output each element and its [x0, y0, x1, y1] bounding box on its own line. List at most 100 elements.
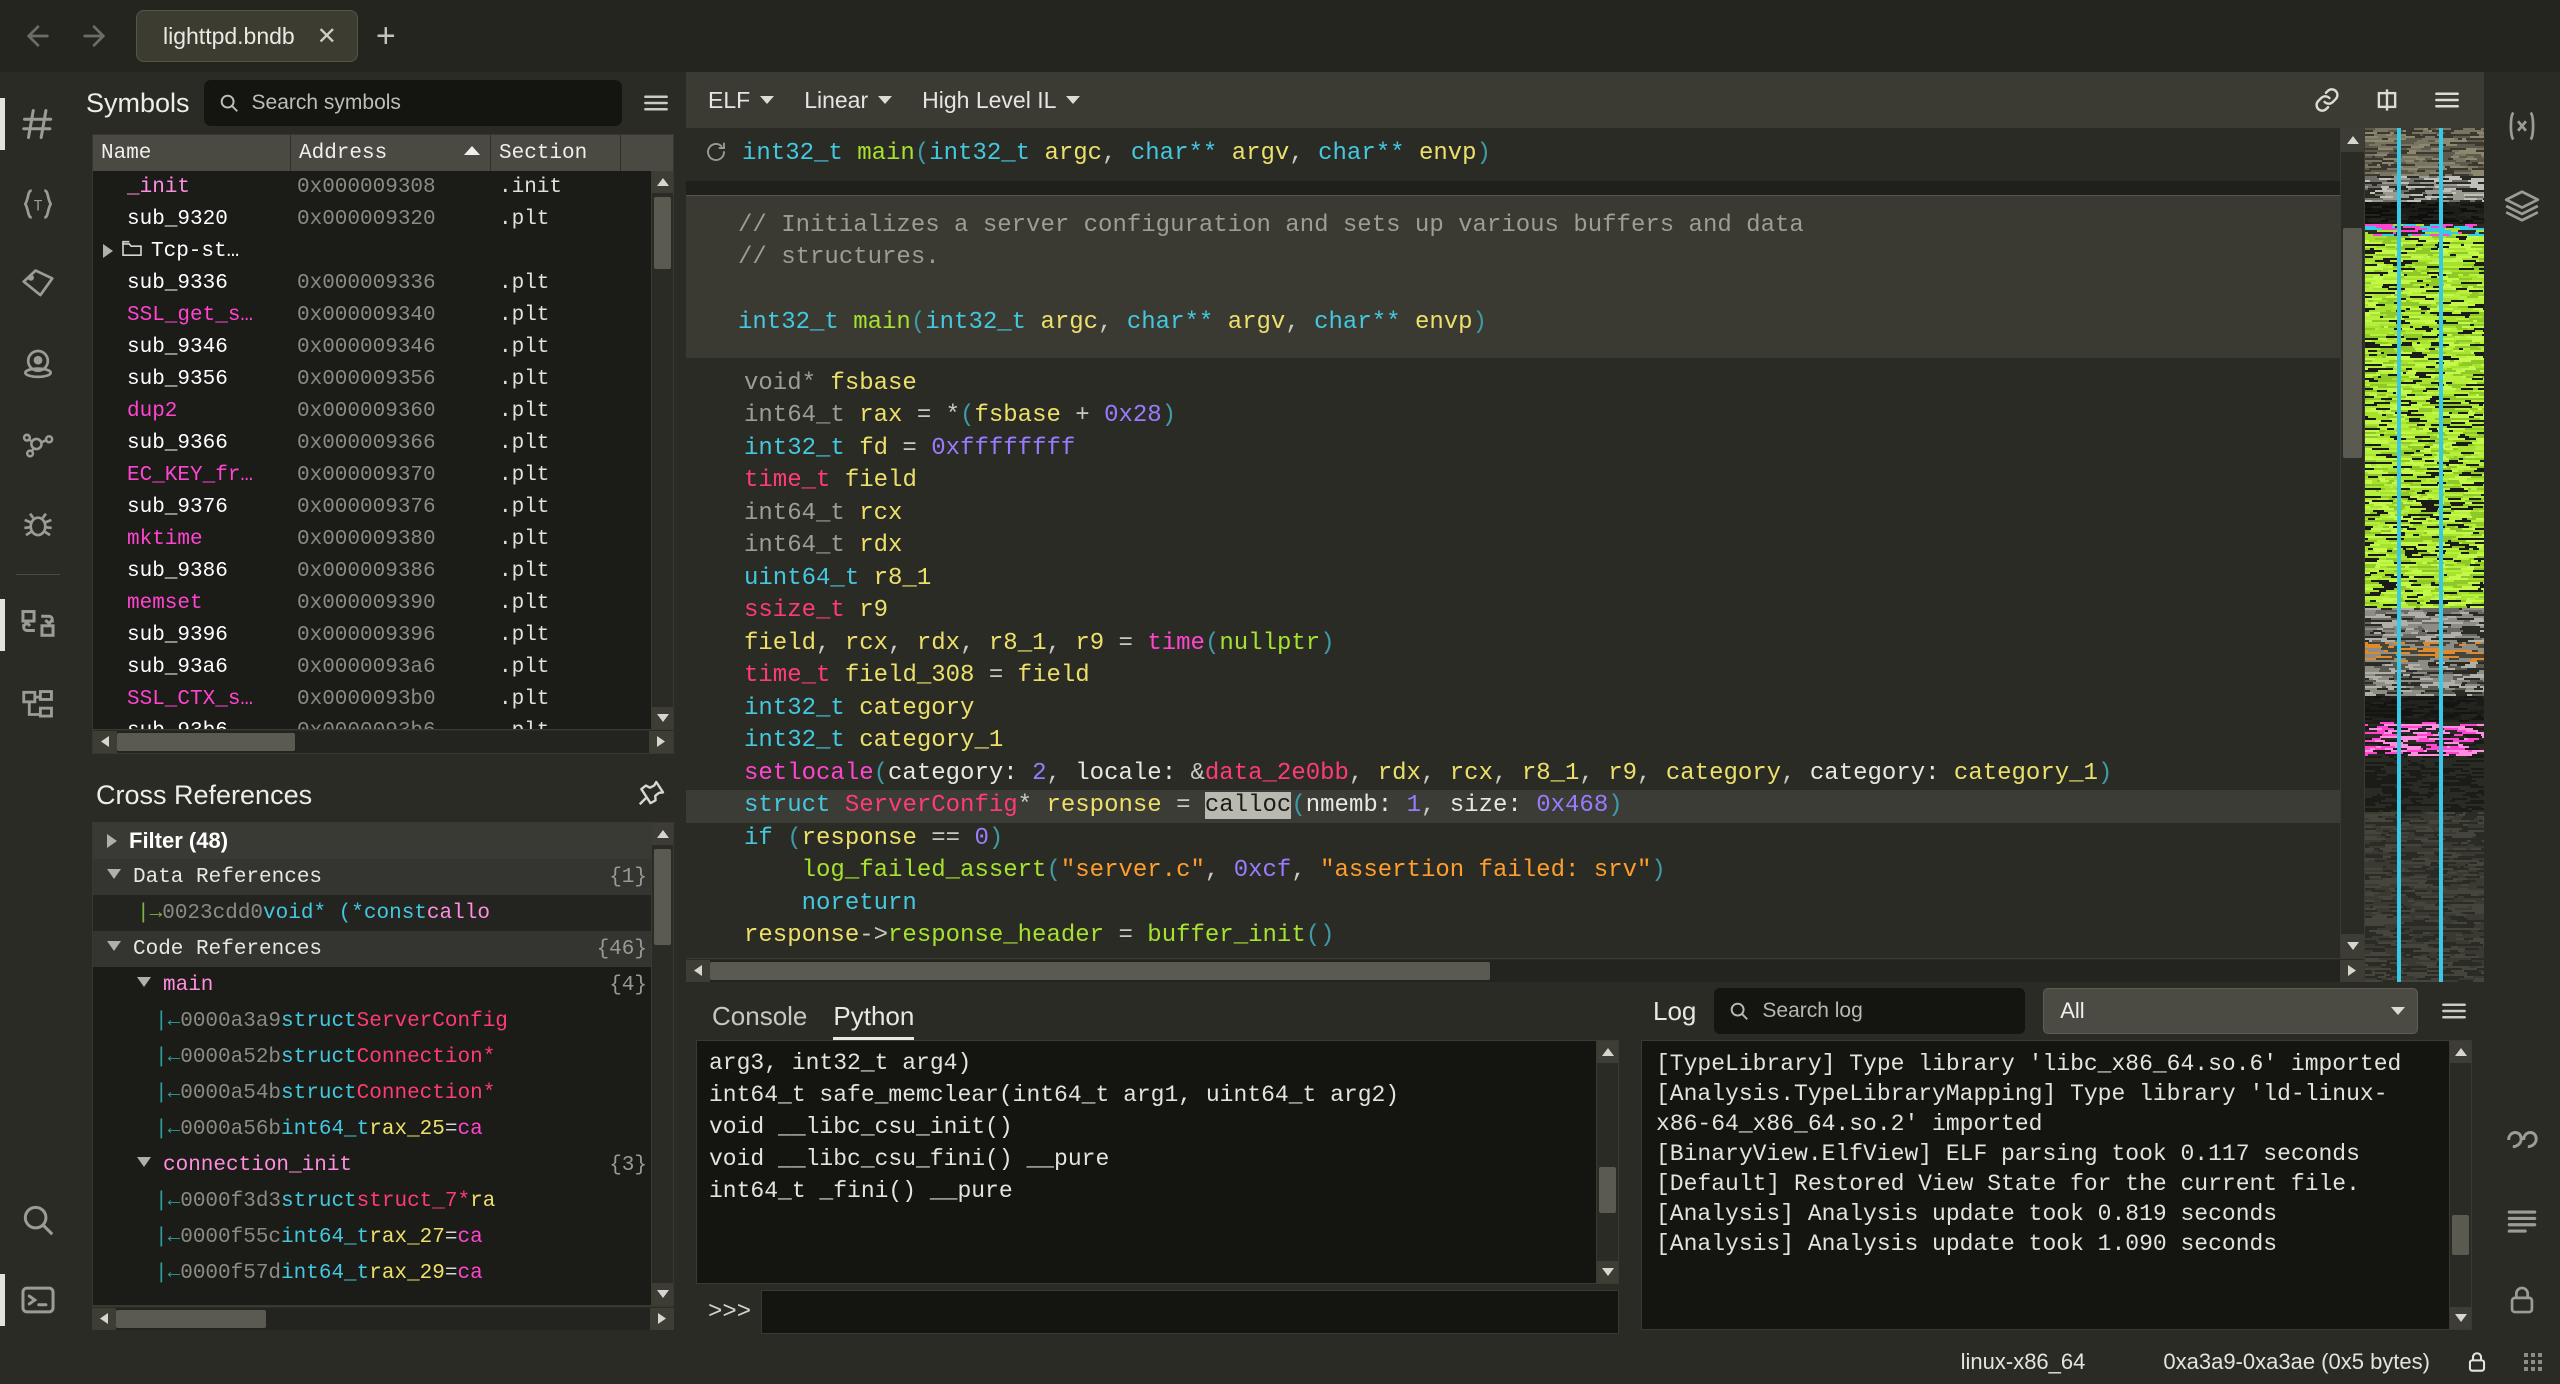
chevron-right-icon[interactable]	[107, 834, 117, 848]
code-line[interactable]: setlocale(category: 2, locale: &data_2e0…	[686, 758, 2364, 791]
table-row[interactable]: sub_93860x000009386.plt	[93, 555, 673, 587]
table-row[interactable]: EC_KEY_fr…0x000009370.plt	[93, 459, 673, 491]
split-pane-icon[interactable]	[2372, 85, 2402, 115]
table-row[interactable]: _init0x000009308.init	[93, 171, 673, 203]
xref-item[interactable]: |← 0000f57d int64_t rax_29 = ca	[93, 1255, 673, 1291]
column-header-section[interactable]: Section	[491, 135, 621, 171]
chevron-down-icon[interactable]	[137, 977, 151, 994]
xref-table[interactable]: Filter (48)Data References{1}|→ 0023cdd0…	[92, 822, 674, 1306]
table-row[interactable]: sub_93460x000009346.plt	[93, 331, 673, 363]
code-line[interactable]: int32_t fd = 0xffffffff	[686, 433, 2364, 466]
layout-dropdown[interactable]: Linear	[804, 87, 892, 114]
table-row[interactable]: sub_93b60x0000093b6.plt	[93, 715, 673, 729]
xref-item[interactable]: |→ 0023cdd0 void* (* const callo	[93, 895, 673, 931]
locations-icon[interactable]	[0, 324, 76, 404]
symbols-scroll-thumb[interactable]	[654, 197, 671, 269]
code-line[interactable]: time_t field_308 = field	[686, 660, 2364, 693]
view-type-dropdown[interactable]: ELF	[708, 87, 774, 114]
code-line[interactable]: struct ServerConfig* response = calloc(n…	[686, 790, 2364, 823]
code-scroll-thumb[interactable]	[2343, 228, 2362, 458]
code-line[interactable]: ssize_t r9	[686, 595, 2364, 628]
code-line[interactable]: noreturn	[686, 888, 2364, 921]
cross-references-icon[interactable]	[0, 585, 76, 665]
code-line[interactable]: int64_t rdx	[686, 530, 2364, 563]
code-scroll-left-button[interactable]	[686, 960, 710, 982]
table-row[interactable]: sub_93960x000009396.plt	[93, 619, 673, 651]
table-row[interactable]: Tcp-st…	[93, 235, 673, 267]
code-line[interactable]: int64_t rcx	[686, 498, 2364, 531]
code-vscrollbar[interactable]	[2340, 128, 2364, 958]
xref-hscroll-track[interactable]	[116, 1308, 650, 1330]
search-icon[interactable]	[0, 1180, 76, 1260]
xref-scroll-down-button[interactable]	[652, 1283, 673, 1305]
hscroll-track[interactable]	[117, 731, 649, 753]
il-level-dropdown[interactable]: High Level IL	[922, 87, 1080, 114]
xref-item[interactable]: |← 0000a3a9 struct ServerConfig	[93, 1003, 673, 1039]
symbols-table-body[interactable]: _init0x000009308.initsub_93200x000009320…	[93, 171, 673, 729]
scroll-left-button[interactable]	[93, 731, 117, 753]
close-icon[interactable]: ✕	[317, 22, 337, 51]
chevron-down-icon[interactable]	[107, 941, 121, 958]
xref-item[interactable]: |← 0000a52b struct Connection*	[93, 1039, 673, 1075]
table-row[interactable]: sub_93a60x0000093a6.plt	[93, 651, 673, 683]
pin-icon[interactable]	[636, 778, 666, 813]
column-header-address[interactable]: Address	[291, 135, 491, 171]
xref-scroll-up-button[interactable]	[652, 823, 673, 845]
binary-minimap[interactable]	[2364, 128, 2484, 982]
scroll-up-button[interactable]	[652, 171, 673, 193]
new-tab-button[interactable]: +	[376, 19, 396, 53]
table-row[interactable]: sub_93200x000009320.plt	[93, 203, 673, 235]
table-row[interactable]: SSL_CTX_s…0x0000093b0.plt	[93, 683, 673, 715]
xref-group[interactable]: Code References{46}	[93, 931, 673, 967]
chevron-down-icon[interactable]	[137, 1157, 151, 1174]
tags-icon[interactable]	[0, 244, 76, 324]
xref-item[interactable]: |← 0000f3d3 struct struct_7* ra	[93, 1183, 673, 1219]
link-icon[interactable]	[2312, 85, 2342, 115]
code-scroll-up-button[interactable]	[2341, 128, 2364, 152]
terminal-icon[interactable]	[0, 1260, 76, 1340]
xref-vscrollbar[interactable]	[651, 823, 673, 1305]
table-row[interactable]: sub_93760x000009376.plt	[93, 491, 673, 523]
table-row[interactable]: sub_93560x000009356.plt	[93, 363, 673, 395]
code-scroll-right-button[interactable]	[2340, 960, 2364, 982]
back-button[interactable]	[10, 8, 66, 64]
search-symbols-input[interactable]: Search symbols	[204, 80, 622, 126]
code-body-lines[interactable]: void* fsbaseint64_t rax = *(fsbase + 0x2…	[686, 368, 2364, 953]
code-line[interactable]: response->response_header = buffer_init(…	[686, 920, 2364, 953]
code-hscrollbar[interactable]	[686, 958, 2364, 982]
graph-icon[interactable]	[0, 404, 76, 484]
xref-scroll-thumb[interactable]	[654, 849, 671, 945]
xref-hscroll-thumb[interactable]	[116, 1310, 266, 1328]
xref-item[interactable]: |← 0000a56b int64_t rax_25 = ca	[93, 1111, 673, 1147]
table-row[interactable]: sub_93360x000009336.plt	[93, 267, 673, 299]
table-row[interactable]: SSL_get_s…0x000009340.plt	[93, 299, 673, 331]
code-token[interactable]: calloc	[1205, 792, 1291, 819]
scroll-right-button[interactable]	[649, 731, 673, 753]
hierarchy-icon[interactable]	[0, 665, 76, 745]
xref-item[interactable]: |← 0000f55c int64_t rax_27 = ca	[93, 1219, 673, 1255]
table-row[interactable]: dup20x000009360.plt	[93, 395, 673, 427]
symbols-menu-button[interactable]	[636, 88, 676, 118]
xref-hscrollbar[interactable]	[92, 1306, 674, 1330]
table-row[interactable]: mktime0x000009380.plt	[93, 523, 673, 555]
scroll-down-button[interactable]	[652, 707, 673, 729]
xref-group[interactable]: Data References{1}	[93, 859, 673, 895]
tab-lighttpd-bndb[interactable]: lighttpd.bndb ✕	[136, 10, 358, 62]
code-line[interactable]: field, rcx, rdx, r8_1, r9 = time(nullptr…	[686, 628, 2364, 661]
code-scroller[interactable]: int32_t main(int32_t argc, char** argv, …	[686, 128, 2364, 958]
table-row[interactable]: memset0x000009390.plt	[93, 587, 673, 619]
code-line[interactable]: uint64_t r8_1	[686, 563, 2364, 596]
symbols-vscrollbar[interactable]	[651, 171, 673, 729]
table-row[interactable]: sub_93660x000009366.plt	[93, 427, 673, 459]
xref-subgroup[interactable]: connection_init{3}	[93, 1147, 673, 1183]
code-view-menu-button[interactable]	[2432, 85, 2462, 115]
xref-subgroup[interactable]: main{4}	[93, 967, 673, 1003]
code-line[interactable]: if (response == 0)	[686, 823, 2364, 856]
types-icon[interactable]: T	[0, 164, 76, 244]
code-line[interactable]: log_failed_assert("server.c", 0xcf, "ass…	[686, 855, 2364, 888]
code-scroll-down-button[interactable]	[2341, 934, 2364, 958]
forward-button[interactable]	[66, 8, 122, 64]
code-line[interactable]: int32_t category	[686, 693, 2364, 726]
code-line[interactable]: time_t field	[686, 465, 2364, 498]
xref-scroll-left-button[interactable]	[92, 1308, 116, 1330]
